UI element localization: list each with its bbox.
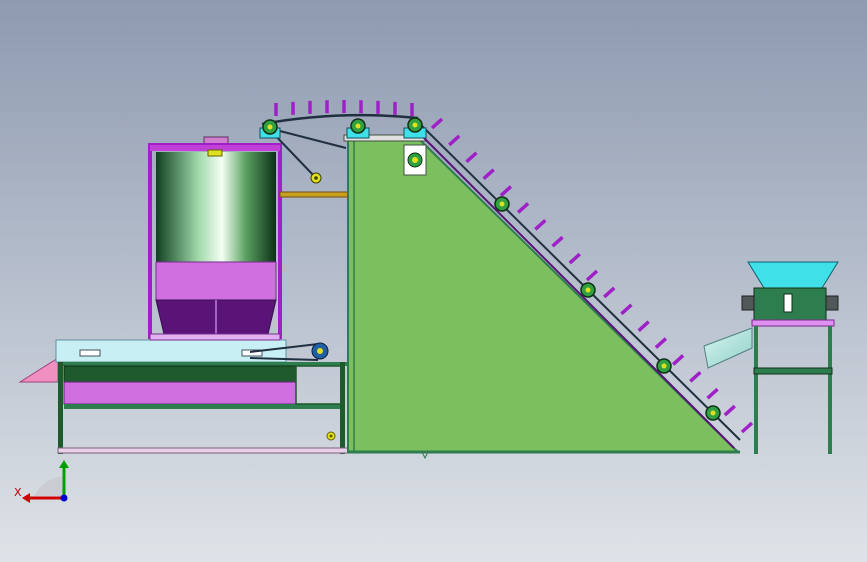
- tank-link-bar: [279, 191, 351, 198]
- x-axis-label: X: [14, 486, 22, 499]
- sprocket-incline-3: [656, 358, 672, 374]
- feed-hopper-motor-left: [741, 295, 755, 311]
- frame-leg-left: [58, 362, 63, 454]
- feed-hopper-funnel: [747, 261, 839, 289]
- tank-base-plate: [149, 333, 281, 341]
- z-axis-icon: [60, 494, 68, 502]
- gearbox-gear-hub: [412, 157, 418, 163]
- cover-slot: [79, 349, 101, 357]
- tension-pulley-hub: [314, 176, 318, 180]
- tank-cylinder: [156, 152, 276, 262]
- feed-table-shelf: [753, 367, 833, 375]
- sprocket-incline-4: [705, 405, 721, 421]
- bolt: [329, 434, 333, 438]
- triad-plane: [34, 476, 64, 496]
- sprocket-incline-2: [580, 282, 596, 298]
- feed-table-top: [751, 319, 835, 327]
- drive-pulley-hub: [317, 348, 323, 354]
- cad-viewport[interactable]: X: [0, 0, 867, 562]
- tank-flange: [207, 149, 223, 157]
- feed-table-leg-left: [754, 326, 758, 454]
- feed-table-leg-right: [828, 326, 832, 454]
- frame-base: [57, 447, 349, 454]
- tank-lower-band: [155, 261, 277, 301]
- x-arrow-icon: [22, 493, 30, 503]
- sprocket-incline-1: [494, 196, 510, 212]
- conveyor-belt-dark: [63, 365, 297, 383]
- feed-hopper-window: [783, 293, 793, 313]
- feed-hopper-motor-right: [825, 295, 839, 311]
- coordinate-triad[interactable]: X: [14, 458, 74, 508]
- cad-model-scene[interactable]: [0, 0, 867, 562]
- conveyor-belt-magenta: [63, 381, 297, 405]
- y-arrow-icon: [59, 460, 69, 468]
